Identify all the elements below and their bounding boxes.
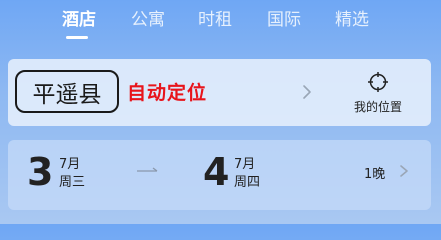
tab-apartment[interactable]: 公寓 (131, 5, 165, 30)
chevron-right-icon[interactable] (298, 81, 316, 103)
checkin-month: 7月 (59, 157, 81, 172)
tab-international[interactable]: 国际 (267, 5, 301, 30)
checkout-month: 7月 (234, 157, 256, 172)
arrow-right-icon (137, 167, 158, 172)
city-selector[interactable]: 平遥县 (15, 70, 119, 113)
chevron-right-icon (400, 165, 408, 177)
nights-count: 1晚 (364, 167, 386, 182)
city-name: 平遥县 (32, 81, 102, 108)
active-tab-indicator (66, 36, 88, 39)
checkin-weekday: 周三 (59, 175, 86, 190)
category-tabs: 酒店 公寓 时租 国际 精选 (0, 0, 441, 44)
auto-locate-annotation: 自动定位 (127, 82, 208, 104)
my-location-label: 我的位置 (353, 100, 402, 114)
checkin-day: 3 (27, 150, 54, 194)
date-selector[interactable]: 3 7月 周三 4 7月 周四 1晚 (8, 140, 431, 210)
tab-featured[interactable]: 精选 (335, 5, 369, 30)
tab-hourly[interactable]: 时租 (198, 5, 232, 30)
tab-hotel[interactable]: 酒店 (62, 5, 96, 30)
checkout-weekday: 周四 (234, 175, 261, 190)
crosshair-icon (368, 72, 388, 92)
checkout-day: 4 (203, 150, 230, 194)
location-card: 平遥县 自动定位 我的位置 (8, 59, 431, 126)
my-location-button[interactable]: 我的位置 (338, 71, 418, 117)
